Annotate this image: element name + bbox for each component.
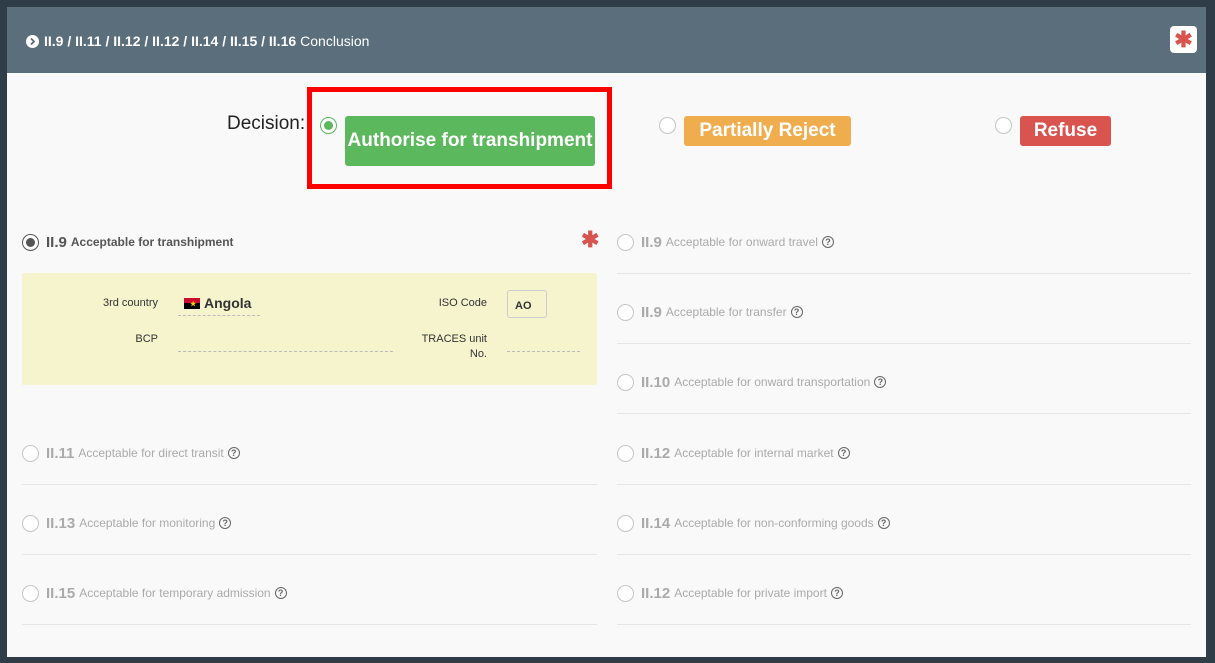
option-label: Acceptable for internal market xyxy=(674,446,834,460)
option-ii11-radio[interactable] xyxy=(22,445,39,462)
option-ii15-radio[interactable] xyxy=(22,585,39,602)
bcp-label: BCP xyxy=(135,333,158,345)
option-ii10-radio[interactable] xyxy=(617,374,634,391)
help-icon[interactable]: ? xyxy=(227,447,240,459)
divider xyxy=(617,624,1191,625)
divider xyxy=(617,554,1191,555)
third-country-value[interactable]: ★ Angola xyxy=(184,295,251,311)
traces-unit-label-line2: No. xyxy=(469,348,487,360)
option-label: Acceptable for onward travel xyxy=(665,235,818,249)
option-ii9-transhipment-radio[interactable] xyxy=(22,234,39,251)
traces-unit-label-line1: TRACES unit xyxy=(421,333,487,345)
traces-unit-label: TRACES unit No. xyxy=(387,332,487,362)
option-code: II.11 xyxy=(46,444,75,462)
decision-label: Decision: xyxy=(227,113,306,134)
option-label: Acceptable for transfer xyxy=(665,305,787,319)
option-ii12-internal-market[interactable]: II.12 Acceptable for internal market ? xyxy=(641,443,850,463)
option-code: II.12 xyxy=(641,584,671,602)
angola-flag-icon: ★ xyxy=(184,297,200,309)
option-ii9-transfer-radio[interactable] xyxy=(617,304,634,321)
conclusion-panel: II.9 / II.11 / II.12 / II.12 / II.14 / I… xyxy=(7,7,1206,657)
partially-reject-button[interactable]: Partially Reject xyxy=(684,116,851,146)
option-ii9-transhipment[interactable]: II.9 Acceptable for transhipment xyxy=(46,232,234,252)
option-label: Acceptable for temporary admission xyxy=(79,586,271,600)
chevron-right-circle-icon xyxy=(26,34,39,48)
refuse-button[interactable]: Refuse xyxy=(1020,116,1111,146)
option-ii13-radio[interactable] xyxy=(22,515,39,532)
divider xyxy=(617,343,1191,344)
help-icon[interactable]: ? xyxy=(837,447,850,459)
help-icon[interactable]: ? xyxy=(877,517,890,529)
iso-code-field[interactable]: AO xyxy=(507,290,547,318)
third-country-label: 3rd country xyxy=(102,297,158,309)
option-code: II.14 xyxy=(641,514,671,532)
iso-code-label: ISO Code xyxy=(438,297,487,309)
third-country-field-line xyxy=(178,315,260,316)
divider xyxy=(617,273,1191,274)
option-label: Acceptable for private import xyxy=(674,586,827,600)
option-ii12-internal-market-radio[interactable] xyxy=(617,445,634,462)
option-code: II.15 xyxy=(46,584,76,602)
option-code: II.12 xyxy=(641,444,671,462)
option-code: II.9 xyxy=(641,303,662,321)
help-icon[interactable]: ? xyxy=(790,306,803,318)
option-ii11-direct-transit[interactable]: II.11 Acceptable for direct transit ? xyxy=(46,443,240,463)
option-ii10-onward-transportation[interactable]: II.10 Acceptable for onward transportati… xyxy=(641,372,887,392)
option-ii12-private-import-radio[interactable] xyxy=(617,585,634,602)
required-asterisk-icon: ✱ xyxy=(581,227,600,252)
panel-header: II.9 / II.11 / II.12 / II.12 / II.14 / I… xyxy=(7,7,1206,73)
decision-refuse-radio[interactable] xyxy=(995,117,1012,134)
option-label: Acceptable for onward transportation xyxy=(674,375,871,389)
help-icon[interactable]: ? xyxy=(219,517,232,529)
option-ii14-non-conforming[interactable]: II.14 Acceptable for non-conforming good… xyxy=(641,513,890,533)
help-icon[interactable]: ? xyxy=(821,236,834,248)
help-icon[interactable]: ? xyxy=(874,376,887,388)
decision-partially-reject-radio[interactable] xyxy=(659,117,676,134)
help-icon[interactable]: ? xyxy=(274,587,287,599)
third-country-name: Angola xyxy=(204,295,252,311)
option-label: Acceptable for non-conforming goods xyxy=(674,516,874,530)
required-asterisk-icon: ✱ xyxy=(1170,26,1197,53)
divider xyxy=(22,624,597,625)
option-code: II.13 xyxy=(46,514,76,532)
help-icon[interactable]: ? xyxy=(830,587,843,599)
option-label: Acceptable for monitoring xyxy=(79,516,216,530)
highlight-box xyxy=(307,87,612,189)
option-ii12-private-import[interactable]: II.12 Acceptable for private import ? xyxy=(641,583,843,603)
option-code: II.9 xyxy=(46,233,67,251)
divider xyxy=(22,554,597,555)
divider xyxy=(22,484,597,485)
option-ii13-monitoring[interactable]: II.13 Acceptable for monitoring ? xyxy=(46,513,232,533)
divider xyxy=(617,413,1191,414)
option-ii14-radio[interactable] xyxy=(617,515,634,532)
option-ii9-transfer[interactable]: II.9 Acceptable for transfer ? xyxy=(641,302,803,322)
divider xyxy=(617,484,1191,485)
bcp-field[interactable] xyxy=(178,351,393,352)
option-ii9-onward-travel[interactable]: II.9 Acceptable for onward travel ? xyxy=(641,232,834,252)
option-ii9-onward-travel-radio[interactable] xyxy=(617,234,634,251)
header-label: Conclusion xyxy=(300,33,370,49)
option-label: Acceptable for transhipment xyxy=(70,235,234,249)
header-title: II.9 / II.11 / II.12 / II.12 / II.14 / I… xyxy=(26,32,369,50)
traces-unit-field[interactable] xyxy=(507,351,580,352)
option-ii15-temporary-admission[interactable]: II.15 Acceptable for temporary admission… xyxy=(46,583,287,603)
option-code: II.10 xyxy=(641,373,671,391)
option-code: II.9 xyxy=(641,233,662,251)
header-codes: II.9 / II.11 / II.12 / II.12 / II.14 / I… xyxy=(44,33,297,49)
option-label: Acceptable for direct transit xyxy=(78,446,224,460)
